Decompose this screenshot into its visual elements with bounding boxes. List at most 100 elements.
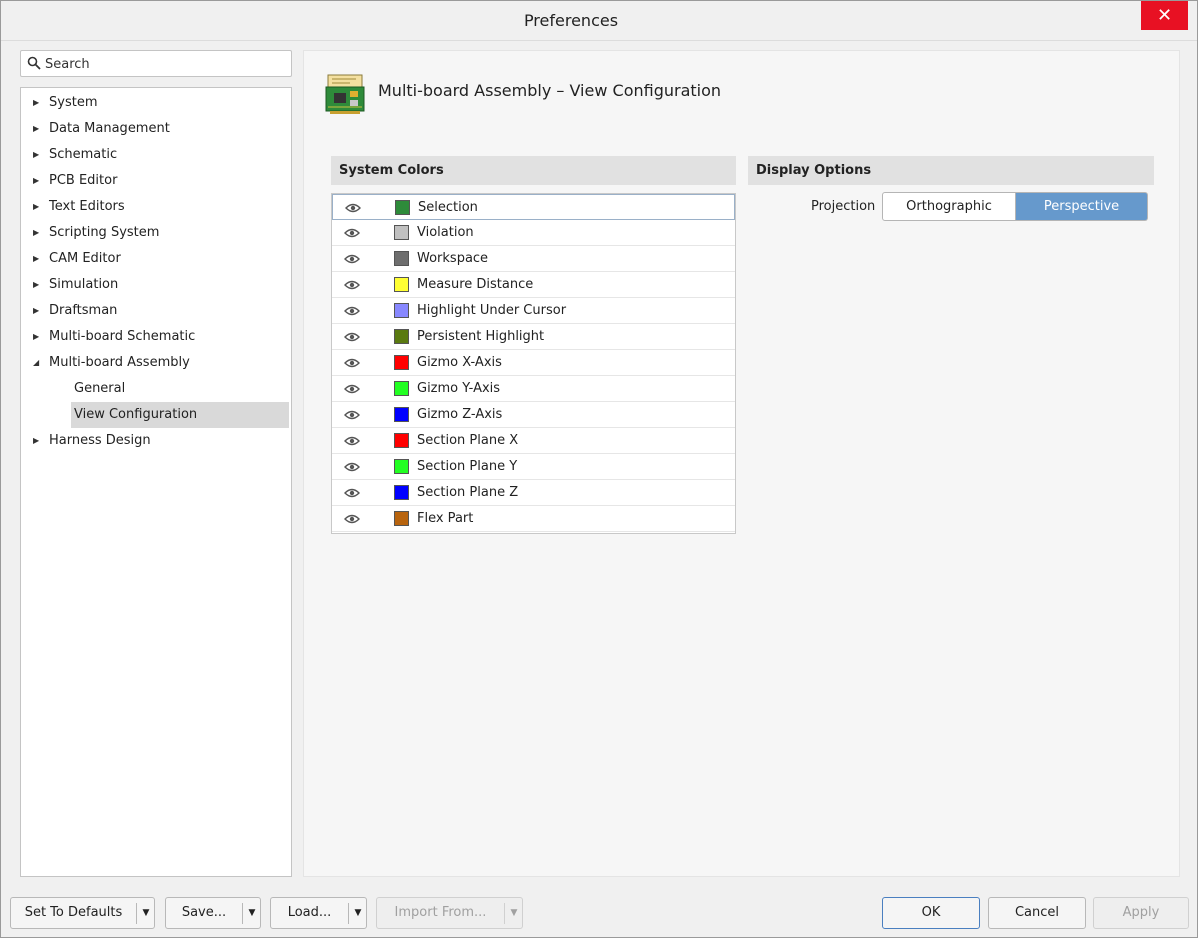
color-name: Section Plane Z — [417, 485, 519, 500]
color-swatch[interactable] — [394, 485, 409, 500]
color-swatch[interactable] — [394, 251, 409, 266]
close-button[interactable]: ✕ — [1141, 1, 1188, 30]
color-row-highlight-under-cursor[interactable]: Highlight Under Cursor — [332, 298, 735, 324]
cancel-button[interactable]: Cancel — [988, 897, 1086, 929]
collapsed-arrow-icon[interactable]: ▶ — [33, 90, 43, 116]
color-row-selection[interactable]: Selection — [332, 194, 735, 220]
import-from-button[interactable]: Import From... ▼ — [376, 897, 523, 929]
title-bar: Preferences ✕ — [1, 1, 1197, 41]
tree-item-label: Simulation — [49, 277, 119, 292]
save-button[interactable]: Save... ▼ — [165, 897, 261, 929]
tree-item-label: Harness Design — [49, 433, 151, 448]
color-row-workspace[interactable]: Workspace — [332, 246, 735, 272]
tree-item-multi-board-schematic[interactable]: ▶ Multi-board Schematic — [21, 324, 291, 350]
tree-item-system[interactable]: ▶ System — [21, 90, 291, 116]
collapsed-arrow-icon[interactable]: ▶ — [33, 428, 43, 454]
tree-item-multi-board-assembly[interactable]: ◢ Multi-board Assembly — [21, 350, 291, 376]
collapsed-arrow-icon[interactable]: ▶ — [33, 324, 43, 350]
color-name: Selection — [418, 200, 478, 215]
perspective-option[interactable]: Perspective — [1016, 192, 1148, 221]
collapsed-arrow-icon[interactable]: ▶ — [33, 246, 43, 272]
color-swatch[interactable] — [394, 433, 409, 448]
collapsed-arrow-icon[interactable]: ▶ — [33, 168, 43, 194]
visibility-eye-icon[interactable] — [344, 487, 360, 499]
tree-item-pcb-editor[interactable]: ▶ PCB Editor — [21, 168, 291, 194]
visibility-eye-icon[interactable] — [344, 227, 360, 239]
color-row-measure-distance[interactable]: Measure Distance — [332, 272, 735, 298]
chevron-down-icon[interactable]: ▼ — [349, 898, 367, 928]
tree-item-label: Schematic — [49, 147, 118, 162]
color-swatch[interactable] — [394, 459, 409, 474]
system-colors-list: Selection Violation Workspace Measure Dista… — [331, 193, 736, 534]
page-title: Multi-board Assembly – View Configuratio… — [378, 81, 722, 100]
visibility-eye-icon[interactable] — [345, 202, 361, 214]
color-name: Gizmo Y-Axis — [417, 381, 501, 396]
visibility-eye-icon[interactable] — [344, 383, 360, 395]
color-swatch[interactable] — [394, 277, 409, 292]
visibility-eye-icon[interactable] — [344, 305, 360, 317]
chevron-down-icon[interactable]: ▼ — [505, 898, 523, 928]
load-button[interactable]: Load... ▼ — [270, 897, 367, 929]
search-input[interactable] — [45, 54, 285, 74]
color-swatch[interactable] — [394, 381, 409, 396]
orthographic-option[interactable]: Orthographic — [882, 192, 1016, 221]
color-name: Workspace — [417, 251, 489, 266]
color-swatch[interactable] — [394, 329, 409, 344]
color-row-gizmo-x-axis[interactable]: Gizmo X-Axis — [332, 350, 735, 376]
color-swatch[interactable] — [394, 407, 409, 422]
chevron-down-icon[interactable]: ▼ — [137, 898, 155, 928]
collapsed-arrow-icon[interactable]: ▶ — [33, 194, 43, 220]
color-row-gizmo-y-axis[interactable]: Gizmo Y-Axis — [332, 376, 735, 402]
color-swatch[interactable] — [394, 511, 409, 526]
tree-item-label: Multi-board Schematic — [49, 329, 196, 344]
tree-item-label: System — [49, 95, 98, 110]
tree-item-cam-editor[interactable]: ▶ CAM Editor — [21, 246, 291, 272]
collapsed-arrow-icon[interactable]: ▶ — [33, 220, 43, 246]
color-swatch[interactable] — [394, 225, 409, 240]
collapsed-arrow-icon[interactable]: ▶ — [33, 298, 43, 324]
visibility-eye-icon[interactable] — [344, 331, 360, 343]
tree-item-draftsman[interactable]: ▶ Draftsman — [21, 298, 291, 324]
tree-item-text-editors[interactable]: ▶ Text Editors — [21, 194, 291, 220]
color-swatch[interactable] — [394, 355, 409, 370]
tree-item-data-management[interactable]: ▶ Data Management — [21, 116, 291, 142]
collapsed-arrow-icon[interactable]: ▶ — [33, 142, 43, 168]
color-row-violation[interactable]: Violation — [332, 220, 735, 246]
tree-item-label: Scripting System — [49, 225, 160, 240]
color-row-section-plane-x[interactable]: Section Plane X — [332, 428, 735, 454]
apply-button[interactable]: Apply — [1093, 897, 1189, 929]
visibility-eye-icon[interactable] — [344, 461, 360, 473]
color-name: Section Plane Y — [417, 459, 518, 474]
visibility-eye-icon[interactable] — [344, 435, 360, 447]
tree-item-scripting-system[interactable]: ▶ Scripting System — [21, 220, 291, 246]
collapsed-arrow-icon[interactable]: ▶ — [33, 116, 43, 142]
color-row-section-plane-y[interactable]: Section Plane Y — [332, 454, 735, 480]
visibility-eye-icon[interactable] — [344, 279, 360, 291]
tree-item-label: PCB Editor — [49, 173, 118, 188]
color-row-flex-part[interactable]: Flex Part — [332, 506, 735, 532]
collapsed-arrow-icon[interactable]: ▶ — [33, 272, 43, 298]
set-to-defaults-button[interactable]: Set To Defaults ▼ — [10, 897, 155, 929]
visibility-eye-icon[interactable] — [344, 409, 360, 421]
visibility-eye-icon[interactable] — [344, 357, 360, 369]
tree-item-label: Data Management — [49, 121, 170, 136]
tree-item-view-configuration[interactable]: View Configuration — [71, 402, 289, 428]
search-box[interactable] — [20, 50, 292, 77]
tree-item-general[interactable]: General — [21, 376, 291, 402]
load-label: Load... — [287, 905, 332, 920]
ok-button[interactable]: OK — [882, 897, 980, 929]
color-row-persistent-highlight[interactable]: Persistent Highlight — [332, 324, 735, 350]
chevron-down-icon[interactable]: ▼ — [243, 898, 261, 928]
visibility-eye-icon[interactable] — [344, 513, 360, 525]
color-swatch[interactable] — [394, 303, 409, 318]
display-options-header: Display Options — [748, 156, 1154, 185]
color-row-section-plane-z[interactable]: Section Plane Z — [332, 480, 735, 506]
visibility-eye-icon[interactable] — [344, 253, 360, 265]
import-from-label: Import From... — [394, 905, 487, 920]
tree-item-schematic[interactable]: ▶ Schematic — [21, 142, 291, 168]
tree-item-simulation[interactable]: ▶ Simulation — [21, 272, 291, 298]
color-swatch[interactable] — [395, 200, 410, 215]
color-row-gizmo-z-axis[interactable]: Gizmo Z-Axis — [332, 402, 735, 428]
expanded-arrow-icon[interactable]: ◢ — [33, 350, 43, 376]
tree-item-harness-design[interactable]: ▶ Harness Design — [21, 428, 291, 454]
